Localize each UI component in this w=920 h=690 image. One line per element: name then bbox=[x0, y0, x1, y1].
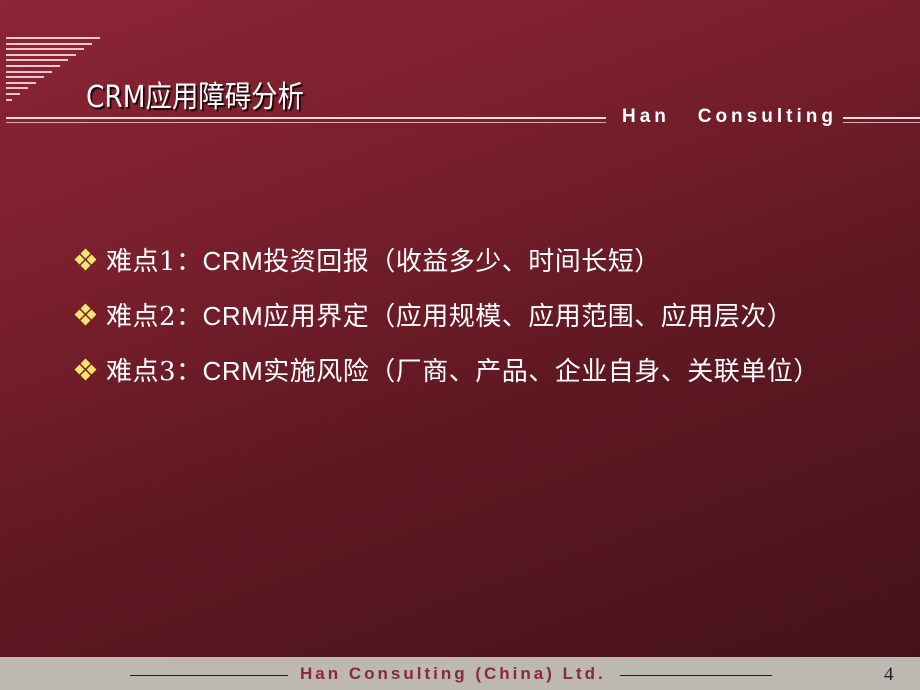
bullet-item: 难点1：CRM投资回报（收益多少、时间长短） bbox=[74, 232, 820, 287]
header-rule-right bbox=[843, 117, 920, 123]
bullet-text: 难点2：CRM应用界定（应用规模、应用范围、应用层次） bbox=[106, 301, 794, 332]
four-diamond-bullet-icon bbox=[74, 303, 97, 325]
decorative-stripe bbox=[6, 59, 68, 62]
decorative-stripe bbox=[6, 98, 12, 101]
bullet-text: 难点3：CRM实施风险（厂商、产品、企业自身、关联单位） bbox=[106, 356, 820, 387]
footer-rule-left bbox=[130, 675, 288, 676]
decorative-stripe bbox=[6, 53, 76, 56]
four-diamond-bullet-icon bbox=[74, 248, 97, 270]
brand-label: Han Consulting bbox=[622, 106, 837, 127]
slide-title: CRM应用障碍分析 bbox=[86, 80, 304, 115]
decorative-stripe bbox=[6, 65, 60, 67]
bullet-text: 难点1：CRM投资回报（收益多少、时间长短） bbox=[106, 246, 661, 277]
decorative-stripe bbox=[6, 93, 20, 95]
decorative-stripe bbox=[6, 42, 92, 45]
footer-rule-right bbox=[620, 675, 772, 676]
decorative-stripe bbox=[6, 76, 44, 79]
four-diamond-bullet-icon bbox=[74, 358, 97, 380]
decorative-stripe bbox=[6, 70, 52, 73]
bullet-item: 难点2：CRM应用界定（应用规模、应用范围、应用层次） bbox=[74, 287, 820, 342]
decorative-stripe bbox=[6, 37, 100, 39]
decorative-stripe bbox=[6, 87, 28, 90]
page-number: 4 bbox=[884, 664, 894, 685]
decorative-stripe bbox=[6, 81, 36, 84]
bullet-item: 难点3：CRM实施风险（厂商、产品、企业自身、关联单位） bbox=[74, 342, 820, 397]
footer-company: Han Consulting (China) Ltd. bbox=[300, 664, 606, 683]
decorative-stripe bbox=[6, 48, 84, 51]
bullet-list: 难点1：CRM投资回报（收益多少、时间长短） 难点2：CRM应用界定（应用规模、… bbox=[74, 232, 820, 397]
header-rule-left bbox=[6, 117, 606, 123]
slide-canvas: CRM应用障碍分析 Han Consulting 难点1：CRM投资回报（收益多… bbox=[0, 0, 920, 657]
